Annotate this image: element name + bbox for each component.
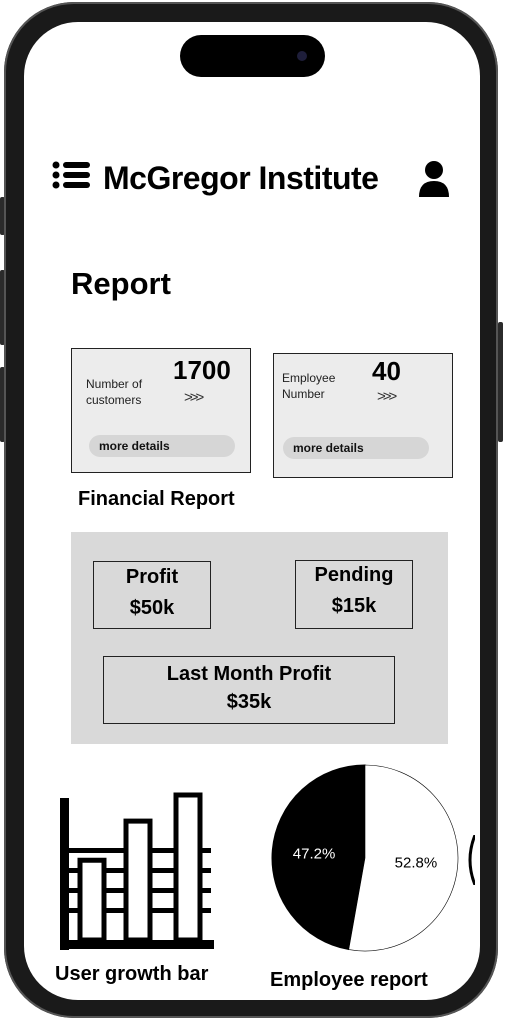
- financial-panel: Profit $50k Pending $15k Last Month Prof…: [71, 532, 448, 744]
- financial-report-title: Financial Report: [78, 488, 235, 510]
- customers-card: Number of customers 1700 >>> more detail…: [71, 348, 251, 473]
- employee-card: Employee Number 40 >>> more details: [273, 353, 453, 478]
- user-growth-caption: User growth bar: [55, 963, 209, 985]
- employee-report-caption: Employee report: [270, 969, 428, 991]
- power-button: [498, 322, 503, 442]
- customers-value: 1700: [173, 355, 231, 385]
- growth-bar: [77, 857, 107, 943]
- menu-list-icon[interactable]: [52, 161, 90, 189]
- customers-label: Number of customers: [86, 376, 142, 408]
- user-growth-bar-icon[interactable]: [58, 790, 216, 952]
- next-chart-edge: [467, 834, 477, 886]
- employee-pie-chart[interactable]: 47.2% 52.8%: [270, 761, 460, 957]
- employee-label: Employee Number: [282, 370, 335, 402]
- camera-icon: [297, 51, 307, 61]
- employee-label-line2: Number: [282, 387, 325, 401]
- pending-value: $15k: [331, 595, 377, 617]
- pie-slice-label: 52.8%: [395, 854, 438, 871]
- last-month-profit-box[interactable]: Last Month Profit $35k: [103, 656, 395, 724]
- pie-slice-label: 47.2%: [293, 846, 336, 863]
- growth-bar: [173, 792, 203, 943]
- profit-box[interactable]: Profit $50k: [93, 561, 211, 629]
- app-title: McGregor Institute: [103, 160, 379, 196]
- profit-label: Profit: [125, 566, 179, 588]
- employee-value: 40: [372, 356, 401, 386]
- employee-arrows-icon[interactable]: >>>: [377, 388, 397, 405]
- employee-label-line1: Employee: [282, 371, 336, 385]
- employee-more-details-button[interactable]: more details: [283, 437, 429, 459]
- pending-label: Pending: [314, 564, 394, 586]
- user-icon[interactable]: [418, 160, 450, 198]
- profit-value: $50k: [129, 597, 175, 619]
- pending-box[interactable]: Pending $15k: [295, 560, 413, 629]
- customers-arrows-icon[interactable]: >>>: [184, 389, 204, 406]
- customers-label-line2: customers: [86, 393, 142, 407]
- page-title: Report: [71, 266, 171, 301]
- last-month-profit-value: $35k: [226, 691, 272, 713]
- growth-bar: [123, 818, 153, 943]
- customers-label-line1: Number of: [86, 377, 143, 391]
- last-month-profit-label: Last Month Profit: [166, 663, 332, 685]
- customers-more-details-button[interactable]: more details: [89, 435, 235, 457]
